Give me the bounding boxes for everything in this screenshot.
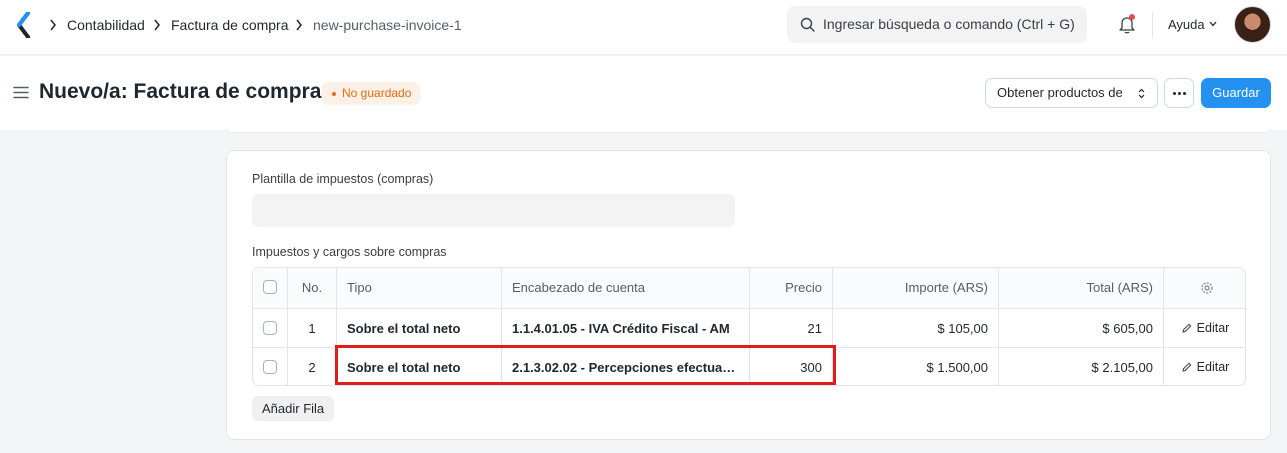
page-title: Nuevo/a: Factura de compra [39, 80, 322, 103]
row-account-head[interactable]: 1.1.4.01.05 - IVA Crédito Fiscal - AM [501, 309, 749, 349]
previous-section-edge [226, 128, 1271, 133]
more-actions-button[interactable] [1164, 78, 1194, 108]
row-no: 2 [287, 348, 336, 385]
chevron-down-icon [1209, 21, 1217, 27]
notification-dot [1129, 14, 1135, 20]
select-all-cell [253, 268, 287, 308]
breadcrumb-contabilidad[interactable]: Contabilidad [67, 16, 145, 34]
col-rate: Precio [749, 268, 832, 308]
table-row[interactable]: 1 Sobre el total neto 1.1.4.01.05 - IVA … [253, 308, 1245, 349]
row-type[interactable]: Sobre el total neto [336, 309, 501, 349]
edit-label: Editar [1196, 360, 1230, 374]
status-badge: No guardado [322, 82, 421, 105]
app-logo-icon[interactable] [16, 12, 32, 38]
edit-row-button[interactable]: Editar [1163, 309, 1245, 349]
gear-icon[interactable] [1200, 281, 1214, 295]
col-type: Tipo [336, 268, 501, 308]
save-button[interactable]: Guardar [1201, 78, 1271, 108]
breadcrumb-chevron-icon [296, 19, 302, 31]
row-amount[interactable]: $ 105,00 [832, 309, 998, 349]
edit-row-button[interactable]: Editar [1163, 348, 1245, 385]
row-total: $ 2.105,00 [998, 348, 1163, 385]
add-row-button[interactable]: Añadir Fila [252, 396, 335, 421]
search-bar[interactable]: Ingresar búsqueda o comando (Ctrl + G) [787, 6, 1087, 43]
user-avatar[interactable] [1234, 6, 1271, 43]
table-header-row: No. Tipo Encabezado de cuenta Precio Imp… [253, 268, 1245, 308]
select-all-checkbox[interactable] [263, 280, 277, 294]
dot-icon [1173, 92, 1176, 95]
row-no: 1 [287, 309, 336, 349]
row-amount[interactable]: $ 1.500,00 [832, 348, 998, 385]
taxes-table-label: Impuestos y cargos sobre compras [252, 245, 447, 259]
row-total: $ 605,00 [998, 309, 1163, 349]
edit-label: Editar [1196, 321, 1230, 335]
breadcrumb-chevron-icon [50, 19, 56, 31]
row-rate[interactable]: 300 [749, 348, 832, 385]
col-amount: Importe (ARS) [832, 268, 998, 308]
breadcrumb-chevron-icon [154, 19, 160, 31]
row-type[interactable]: Sobre el total neto [336, 348, 501, 385]
top-navbar: Contabilidad Factura de compra new-purch… [0, 0, 1287, 55]
tax-template-field[interactable] [252, 194, 735, 227]
page-header: Nuevo/a: Factura de compra No guardado O… [0, 56, 1287, 130]
row-account-head[interactable]: 2.1.3.02.02 - Percepciones efectuadas - … [501, 348, 749, 385]
get-items-button[interactable]: Obtener productos de [985, 78, 1158, 108]
row-checkbox[interactable] [263, 321, 277, 335]
select-updown-icon [1138, 88, 1145, 99]
dot-icon [1183, 92, 1186, 95]
sidebar-toggle-icon[interactable] [13, 86, 29, 99]
taxes-table: No. Tipo Encabezado de cuenta Precio Imp… [252, 267, 1246, 386]
navbar-divider [1152, 12, 1153, 38]
help-menu[interactable]: Ayuda [1168, 17, 1205, 32]
col-account-head: Encabezado de cuenta [501, 268, 749, 308]
col-total: Total (ARS) [998, 268, 1163, 308]
breadcrumb-current-doc: new-purchase-invoice-1 [313, 17, 462, 33]
table-row[interactable]: 2 Sobre el total neto 2.1.3.02.02 - Perc… [253, 347, 1245, 385]
col-no: No. [287, 268, 336, 308]
pencil-icon [1182, 362, 1192, 372]
tax-template-label: Plantilla de impuestos (compras) [252, 172, 434, 186]
taxes-section-card: Plantilla de impuestos (compras) Impuest… [226, 150, 1271, 440]
row-select-cell [253, 309, 287, 349]
row-checkbox[interactable] [263, 360, 277, 374]
get-items-label: Obtener productos de [997, 85, 1123, 100]
col-settings [1163, 268, 1245, 308]
row-select-cell [253, 348, 287, 385]
pencil-icon [1182, 323, 1192, 333]
row-rate[interactable]: 21 [749, 309, 832, 349]
search-placeholder: Ingresar búsqueda o comando (Ctrl + G) [823, 16, 1075, 32]
dot-icon [1178, 92, 1181, 95]
search-icon [800, 17, 815, 32]
breadcrumb-factura-de-compra[interactable]: Factura de compra [171, 16, 289, 34]
